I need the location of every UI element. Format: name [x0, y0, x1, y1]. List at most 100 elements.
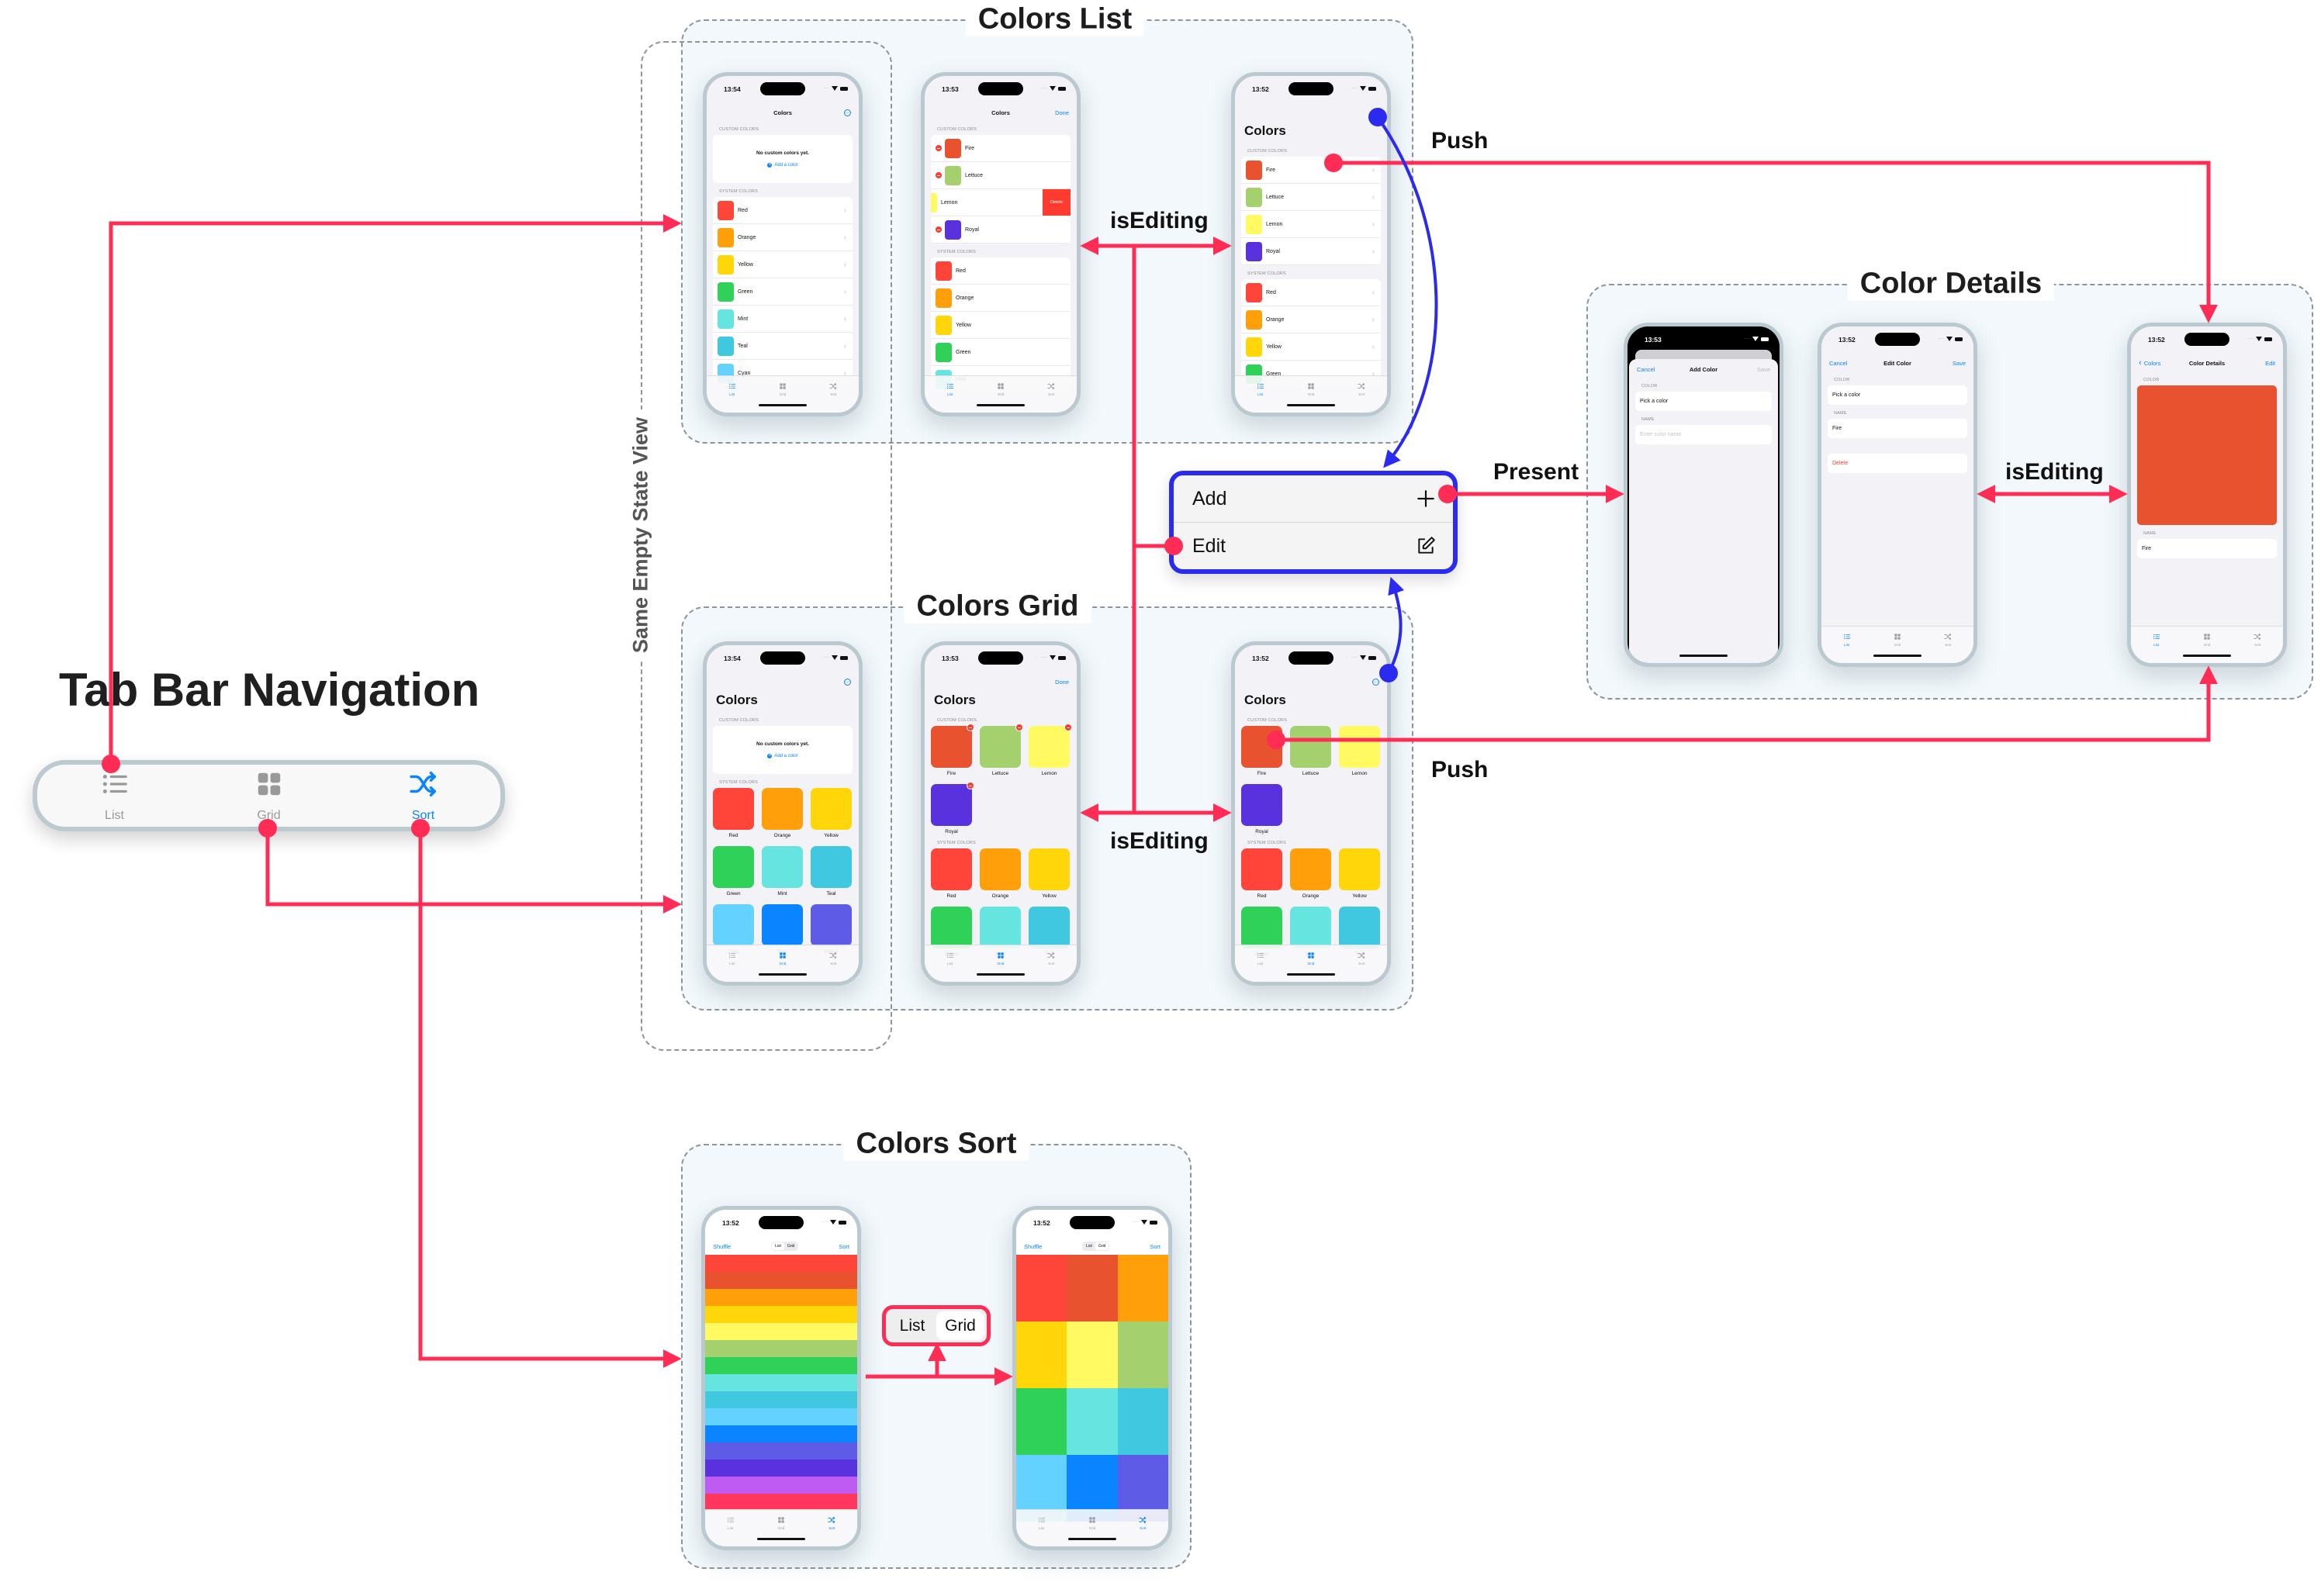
color-tile[interactable]: Red [713, 788, 754, 838]
segment-list[interactable]: List [1083, 1242, 1095, 1250]
tab-list[interactable]: List [1821, 627, 1872, 663]
color-tile[interactable]: Yellow [811, 788, 852, 838]
segment-grid[interactable]: Grid [784, 1242, 797, 1250]
color-picker-row[interactable]: Pick a color [1635, 392, 1772, 411]
delete-minus-icon[interactable] [936, 145, 942, 151]
color-row[interactable]: Red [931, 257, 1071, 285]
tab-sort[interactable]: Sort [1923, 627, 1973, 663]
tab-sort[interactable]: Sort [1026, 376, 1077, 413]
tab-sort[interactable]: Sort [1026, 945, 1077, 982]
color-row[interactable]: Lemon › [1241, 211, 1381, 238]
menu-item-add[interactable]: Add [1174, 475, 1453, 522]
tab-sort[interactable]: Sort [1337, 376, 1387, 413]
delete-minus-icon[interactable] [936, 172, 942, 178]
nav-left-button[interactable]: Cancel [1637, 366, 1655, 373]
segment-grid[interactable]: Grid [1095, 1242, 1109, 1250]
color-tile[interactable]: Orange [980, 848, 1021, 899]
tab-list[interactable]: List [37, 765, 192, 827]
tab-sort[interactable]: Sort [346, 765, 500, 827]
color-row[interactable]: Mint › [713, 306, 853, 333]
color-tile[interactable]: Orange [762, 788, 803, 838]
color-tile[interactable]: Fire [1241, 726, 1282, 776]
tab-sort[interactable]: Sort [808, 376, 859, 413]
color-tile[interactable]: Orange [1290, 848, 1331, 899]
tab-grid[interactable]: Grid [1285, 945, 1336, 982]
delete-minus-icon[interactable] [967, 724, 974, 731]
color-tile[interactable]: Red [931, 848, 972, 899]
name-field[interactable]: Fire [2137, 539, 2277, 558]
color-row[interactable]: Royal › [1241, 238, 1381, 265]
nav-left-button[interactable]: ‹ Colors [2139, 358, 2160, 368]
tab-list[interactable]: List [1235, 945, 1285, 982]
color-tile[interactable]: Lettuce [980, 724, 1023, 776]
add-color-button[interactable]: + Add a color [767, 163, 798, 168]
tab-grid[interactable]: Grid [756, 1510, 806, 1546]
shuffle-button[interactable]: Shuffle [1024, 1243, 1042, 1250]
delete-swipe-button[interactable]: Delete [1043, 189, 1071, 216]
color-row[interactable]: Royal [931, 216, 1071, 244]
color-tile[interactable]: Fire [931, 724, 974, 776]
segment-list[interactable]: List [888, 1311, 936, 1340]
color-row[interactable]: Green [931, 339, 1071, 366]
delete-button[interactable]: Delete [1828, 454, 1967, 473]
delete-minus-icon[interactable] [1015, 724, 1023, 731]
sort-button[interactable]: Sort [839, 1243, 849, 1250]
tab-grid[interactable]: Grid [1872, 627, 1922, 663]
color-row[interactable]: Green › [713, 278, 853, 306]
add-color-button[interactable]: + Add a color [767, 754, 798, 758]
delete-minus-icon[interactable] [936, 226, 942, 233]
tab-grid[interactable]: Grid [975, 945, 1026, 982]
color-row[interactable]: Orange › [713, 224, 853, 251]
delete-minus-icon[interactable] [1064, 724, 1072, 731]
tab-list[interactable]: List [705, 1510, 756, 1546]
color-row[interactable]: Orange › [1241, 306, 1381, 333]
color-row[interactable]: Red › [713, 197, 853, 224]
tab-list[interactable]: List [707, 945, 757, 982]
nav-right-button[interactable]: Done [1055, 679, 1069, 686]
color-tile[interactable]: Lettuce [1290, 726, 1331, 776]
tab-list[interactable]: List [1016, 1510, 1067, 1546]
color-row[interactable]: Fire › [1241, 157, 1381, 184]
tab-list[interactable]: List [925, 945, 975, 982]
tab-sort[interactable]: Sort [1118, 1510, 1168, 1546]
ellipsis-circle-icon[interactable]: … [844, 109, 851, 116]
color-row[interactable]: Orange [931, 285, 1071, 312]
ellipsis-circle-icon[interactable]: … [844, 678, 851, 686]
segment-list[interactable]: List [772, 1242, 784, 1250]
color-tile[interactable]: Green [713, 846, 754, 896]
color-tile[interactable]: Mint [762, 846, 803, 896]
shuffle-button[interactable]: Shuffle [713, 1243, 731, 1250]
nav-right-button[interactable]: Edit [2265, 360, 2275, 367]
tab-grid[interactable]: Grid [975, 376, 1026, 413]
tab-grid[interactable]: Grid [1067, 1510, 1117, 1546]
color-row[interactable]: Yellow [931, 312, 1071, 339]
segment-grid[interactable]: Grid [936, 1311, 984, 1340]
delete-minus-icon[interactable] [967, 782, 974, 789]
nav-right-button[interactable]: Done [1055, 109, 1069, 116]
name-field[interactable]: Fire [1828, 419, 1967, 438]
color-picker-row[interactable]: Pick a color [1828, 385, 1967, 405]
ellipsis-circle-icon[interactable]: … [1372, 109, 1379, 116]
color-tile[interactable]: Royal [931, 782, 974, 834]
color-row[interactable]: Yellow › [713, 251, 853, 278]
color-row[interactable]: Red › [1241, 279, 1381, 306]
nav-left-button[interactable]: Cancel [1829, 360, 1847, 367]
tab-sort[interactable]: Sort [1337, 945, 1387, 982]
color-row[interactable]: Lettuce [931, 162, 1071, 189]
tab-grid[interactable]: Grid [757, 945, 808, 982]
name-input[interactable]: Enter color name [1635, 425, 1772, 444]
color-tile[interactable]: Royal [1241, 784, 1282, 834]
tab-sort[interactable]: Sort [808, 945, 859, 982]
tab-list[interactable]: List [925, 376, 975, 413]
tab-sort[interactable]: Sort [2233, 627, 2283, 663]
ellipsis-circle-icon[interactable]: … [1372, 678, 1379, 686]
color-tile[interactable]: Teal [811, 846, 852, 896]
tab-grid[interactable]: Grid [757, 376, 808, 413]
color-row[interactable]: Fire [931, 135, 1071, 162]
tab-list[interactable]: List [1235, 376, 1285, 413]
sort-button[interactable]: Sort [1150, 1243, 1160, 1250]
menu-item-edit[interactable]: Edit [1174, 522, 1453, 569]
color-tile[interactable]: Yellow [1029, 848, 1070, 899]
tab-list[interactable]: List [2131, 627, 2181, 663]
tab-grid[interactable]: Grid [1285, 376, 1336, 413]
